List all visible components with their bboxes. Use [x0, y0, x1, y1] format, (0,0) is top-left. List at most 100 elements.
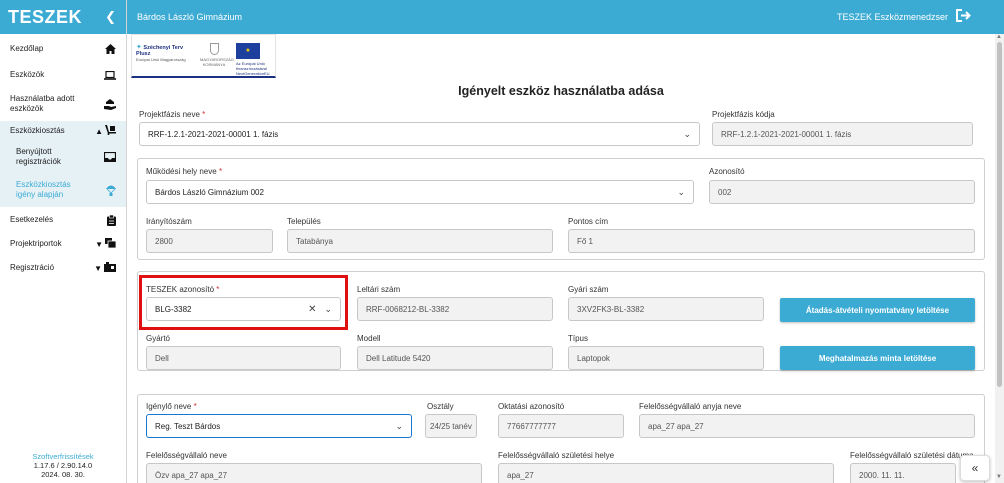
dolly-icon [105, 124, 116, 138]
hand-device-icon [104, 98, 116, 110]
sidebar-item-eszkozkiosztas-igeny[interactable]: Eszközkiosztás igény alapján [0, 173, 126, 207]
sidebar-item-icons: ▼ [94, 261, 116, 275]
atadas-atveteli-download-button[interactable]: Átadás-átvételi nyomtatvány letöltése [780, 298, 975, 322]
hungary-government-logo: MAGYARORSZÁG KORMÁNYA [200, 43, 234, 67]
chevron-down-icon: ▼ [95, 239, 103, 249]
telepules-field[interactable]: Tatabánya [287, 229, 553, 253]
osztaly-field[interactable]: 24/25 tanév [425, 414, 477, 438]
sidebar-item-benyujtott[interactable]: Benyújtott regisztrációk [0, 141, 126, 173]
scroll-up-icon[interactable]: ▲ [996, 34, 1002, 40]
gyarto-field[interactable]: Dell [146, 346, 341, 370]
home-icon [105, 44, 116, 54]
leltari-szam-label: Leltári szám [357, 285, 401, 294]
sidebar-item-eszkozok[interactable]: Eszközök [0, 66, 126, 84]
hungary-government-text: MAGYARORSZÁG KORMÁNYA [200, 57, 234, 67]
sidebar-item-label: Használatba adott eszközök [10, 94, 75, 113]
igenylo-neve-select[interactable]: Reg. Teszt Bárdos ⌄ [146, 414, 412, 438]
sidebar-item-label: Regisztráció [10, 263, 55, 272]
version-number: 1.17.6 / 2.90.14.0 [33, 461, 93, 470]
szechenyi-text: Széchenyi Terv Plusz [136, 45, 184, 57]
sidebar-item-hasznalatba-adott[interactable]: Használatba adott eszközök [0, 92, 126, 116]
eu-flag-icon: ★ [236, 43, 260, 59]
projektfazis-kodja-label: Projektfázis kódja [712, 110, 775, 119]
main-content: ✦ Széchenyi Terv Plusz Európai Unió Magy… [127, 34, 995, 483]
meghatalmazas-download-button[interactable]: Meghatalmazás minta letöltése [780, 346, 975, 370]
igenylo-neve-label: Igénylő neve * [146, 402, 197, 411]
chevron-up-icon: ▲ [95, 126, 103, 136]
mukodesi-hely-label: Működési hely neve * [146, 167, 223, 176]
top-header: Bárdos László Gimnázium TESZEK Eszközmen… [127, 0, 1004, 34]
felelos-neve-field[interactable]: Özv apa_27 apa_27 [146, 463, 482, 483]
iranyitoszam-field[interactable]: 2800 [146, 229, 273, 253]
chevron-down-icon[interactable]: ⌄ [395, 421, 403, 432]
szuletesi-helye-label: Felelősségvállaló születési helye [498, 451, 615, 460]
double-chevron-left-icon[interactable]: « [960, 455, 990, 481]
oktatasi-azonosito-field[interactable]: 77667777777 [498, 414, 624, 438]
igenylo-neve-value: Reg. Teszt Bárdos [155, 421, 221, 431]
mukodesi-hely-select[interactable]: Bárdos László Gimnázium 002 ⌄ [146, 180, 694, 204]
sidebar: TESZEK ❮ Kezdőlap Eszközök Használatba a… [0, 0, 127, 483]
report-icon [105, 237, 117, 251]
projektfazis-neve-label: Projektfázis neve * [139, 110, 206, 119]
pontos-cim-label: Pontos cím [568, 217, 609, 226]
pontos-cim-field[interactable]: Fő 1 [568, 229, 975, 253]
osztaly-label: Osztály [427, 402, 454, 411]
azonosito-field[interactable]: 002 [709, 180, 975, 204]
anyja-neve-field[interactable]: apa_27 apa_27 [639, 414, 975, 438]
iranyitoszam-label: Irányítószám [146, 217, 192, 226]
chevron-down-icon: ▼ [94, 263, 102, 273]
oktatasi-azonosito-label: Oktatási azonosító [498, 402, 565, 411]
parachute-icon [106, 185, 116, 196]
tipus-label: Típus [568, 334, 589, 343]
eu-text: Az Európai Unió finanszírozásával NextGe… [236, 61, 270, 76]
sidebar-item-label: Eszközök [10, 70, 45, 79]
modell-label: Modell [357, 334, 381, 343]
tipus-field[interactable]: Laptopok [568, 346, 764, 370]
sidebar-item-label: Kezdőlap [10, 44, 44, 53]
telepules-label: Település [287, 217, 321, 226]
school-name: Bárdos László Gimnázium [137, 12, 243, 22]
sidebar-item-eszkozkiosztas[interactable]: Eszközkiosztás ▲ [0, 121, 126, 141]
gyarto-label: Gyártó [146, 334, 171, 343]
software-updates-link[interactable]: Szoftverfrissítések [0, 452, 126, 461]
logout-icon[interactable] [956, 9, 972, 25]
coat-of-arms-icon [209, 43, 219, 55]
scrollbar[interactable]: ▲ ▼ [995, 34, 1004, 483]
projektfazis-neve-value: RRF-1.2.1-2021-2021-00001 1. fázis [148, 129, 279, 139]
chevron-left-icon[interactable]: ❮ [105, 9, 116, 25]
eu-logo: ★ Az Európai Unió finanszírozásával Next… [236, 43, 272, 76]
sidebar-item-esetkezeles[interactable]: Esetkezelés [0, 210, 126, 230]
chevron-down-icon[interactable]: ⌄ [683, 129, 691, 140]
szechenyi-logo: ✦ Széchenyi Terv Plusz Európai Unió Magy… [136, 44, 188, 63]
sidebar-item-label: Projektriportok [10, 239, 62, 248]
szechenyi-subtext: Európai Unió Magyarország [136, 57, 186, 62]
sidebar-item-regisztracio[interactable]: Regisztráció ▼ [0, 258, 126, 278]
gyari-szam-field[interactable]: 3XV2FK3-BL-3382 [568, 297, 764, 321]
sidebar-item-icons: ▲ [95, 124, 116, 138]
sidebar-item-label: Esetkezelés [10, 215, 54, 224]
scroll-thumb[interactable] [997, 42, 1002, 387]
szuletesi-helye-field[interactable]: apa_27 [498, 463, 834, 483]
sidebar-item-projektriportok[interactable]: Projektriportok ▼ [0, 234, 126, 254]
mukodesi-hely-value: Bárdos László Gimnázium 002 [155, 187, 264, 197]
app-logo: TESZEK [8, 6, 83, 27]
szuletesi-datuma-field[interactable]: 2000. 11. 11. [850, 463, 956, 483]
felelos-neve-label: Felelősségvállaló neve [146, 451, 227, 460]
header-right: TESZEK Eszközmenedzser [837, 9, 972, 25]
chevron-down-icon[interactable]: ⌄ [677, 187, 685, 198]
sidebar-item-kezdolap[interactable]: Kezdőlap [0, 40, 126, 58]
version-date: 2024. 08. 30. [41, 470, 85, 479]
szuletesi-datuma-label: Felelősségvállaló születési dátuma [850, 451, 974, 460]
version-info: Szoftverfrissítések 1.17.6 / 2.90.14.0 2… [0, 452, 126, 479]
projektfazis-neve-select[interactable]: RRF-1.2.1-2021-2021-00001 1. fázis ⌄ [139, 122, 700, 146]
anyja-neve-label: Felelősségvállaló anyja neve [639, 402, 742, 411]
scroll-down-icon[interactable]: ▼ [996, 474, 1002, 480]
sidebar-item-label: Eszközkiosztás igény alapján [16, 180, 71, 199]
azonosito-label: Azonosító [709, 167, 745, 176]
projektfazis-kodja-field[interactable]: RRF-1.2.1-2021-2021-00001 1. fázis [712, 122, 973, 146]
star-icon: ✦ [136, 44, 142, 51]
gyari-szam-label: Gyári szám [568, 285, 609, 294]
modell-field[interactable]: Dell Latitude 5420 [357, 346, 553, 370]
leltari-szam-field[interactable]: RRF-0068212-BL-3382 [357, 297, 553, 321]
clipboard-icon [107, 214, 116, 226]
